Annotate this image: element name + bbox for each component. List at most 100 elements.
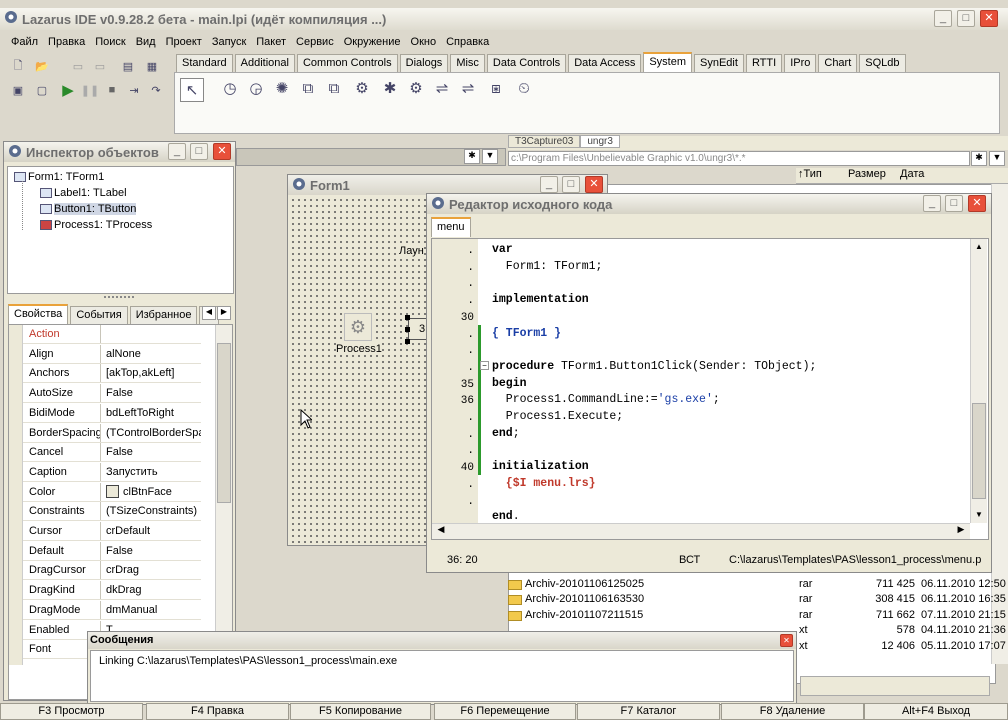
inspector-minimize-button[interactable]: _ — [168, 143, 186, 160]
file-row[interactable]: Archiv-20101106163530 rar 308 415 06.11.201… — [508, 593, 1008, 608]
editor-minimize-button[interactable]: _ — [923, 195, 941, 212]
utf8-icon[interactable]: ✱ — [380, 78, 400, 98]
code-line[interactable]: implementation — [492, 293, 589, 306]
property-value[interactable]: (TSizeConstraints) — [101, 502, 201, 520]
property-value[interactable]: False — [101, 443, 201, 461]
editor-hscrollbar[interactable]: ◀ ▶ — [432, 523, 970, 539]
property-value[interactable]: [akTop,akLeft] — [101, 364, 201, 382]
scroll-thumb[interactable] — [217, 343, 231, 503]
scroll-thumb[interactable] — [972, 403, 986, 499]
palette-tab[interactable]: Data Access — [568, 54, 642, 72]
code-line[interactable]: {$I menu.lrs} — [492, 477, 596, 490]
inspector-tab[interactable]: События — [70, 306, 128, 324]
property-row[interactable]: +BorderSpacing(TControlBorderSpa — [9, 423, 201, 443]
property-row[interactable]: DragKind dkDrag — [9, 581, 201, 601]
html-icon[interactable]: ⧉ — [298, 78, 318, 98]
palette-tab[interactable]: Dialogs — [399, 54, 449, 72]
property-row[interactable]: Caption Запустить — [9, 462, 201, 482]
inspector-tab[interactable]: Избранное — [129, 306, 198, 324]
palette-tab[interactable]: System — [643, 52, 693, 72]
chevron-down-icon[interactable]: ▼ — [482, 149, 498, 164]
open-icon[interactable]: 📂 — [32, 56, 52, 76]
inspector-tab[interactable]: Свойства — [8, 304, 69, 324]
label1[interactable]: Лаун — [399, 245, 424, 257]
fkey-button[interactable]: F6 Перемещение — [434, 703, 576, 720]
editor-close-button[interactable]: ✕ — [968, 195, 986, 212]
chevron-left-icon[interactable]: ◀ — [202, 306, 216, 320]
menu-item[interactable]: Пакет — [251, 33, 291, 52]
filemgr-tab[interactable]: T3Capture03 — [508, 135, 581, 148]
palette-tab[interactable]: Chart — [818, 54, 858, 72]
step-over-icon[interactable]: ↷ — [146, 80, 166, 100]
code-line[interactable]: Form1: TForm1; — [492, 260, 603, 273]
property-row[interactable]: Cursor crDefault — [9, 522, 201, 541]
property-row[interactable]: Align alNone — [9, 344, 201, 364]
code-line[interactable]: Process1.CommandLine:='gs.exe'; — [492, 393, 720, 406]
menu-item[interactable]: Окно — [406, 33, 442, 52]
menu-item[interactable]: Справка — [441, 33, 494, 52]
property-row[interactable]: Action — [9, 325, 201, 344]
property-value[interactable]: dmManual — [101, 601, 201, 619]
chevron-down-icon[interactable]: ▼ — [971, 507, 987, 523]
property-value[interactable] — [101, 325, 201, 343]
property-value[interactable]: clBtnFace — [101, 483, 201, 501]
property-row[interactable]: Default False — [9, 541, 201, 561]
clock-icon[interactable]: ⏲ — [514, 78, 534, 98]
col-date[interactable]: Дата — [900, 168, 1000, 183]
tree-node[interactable]: Button1: TButton — [40, 203, 137, 215]
property-row[interactable]: DragMode dmManual — [9, 600, 201, 620]
gear-icon[interactable]: ⚙ — [406, 78, 426, 98]
filemgr-tab[interactable]: ungr3 — [580, 135, 620, 148]
fkey-button[interactable]: F7 Каталог — [577, 703, 720, 720]
message-line[interactable]: Linking C:\lazarus\Templates\PAS\lesson1… — [91, 651, 793, 667]
new-unit-icon[interactable]: 🗋 — [8, 56, 28, 76]
palette-tab[interactable]: Common Controls — [296, 54, 398, 72]
property-row[interactable]: Color clBtnFace — [9, 482, 201, 502]
chevron-right-icon[interactable]: ▶ — [954, 524, 968, 535]
fkey-button[interactable]: F5 Копирование — [290, 703, 431, 720]
property-row[interactable]: DragCursor crDrag — [9, 561, 201, 581]
selection-handle[interactable] — [405, 327, 410, 332]
save-all-icon[interactable]: ▭ — [90, 56, 110, 76]
editor-maximize-button[interactable]: □ — [945, 195, 963, 212]
code-line[interactable]: { TForm1 } — [492, 327, 561, 340]
property-row[interactable]: Cancel False — [9, 443, 201, 463]
run-icon[interactable]: ▶ — [58, 80, 78, 100]
lazarus-icon[interactable]: ✺ — [272, 78, 292, 98]
minimize-button[interactable]: _ — [934, 10, 952, 27]
code-line[interactable]: var — [492, 243, 513, 256]
code-area[interactable]: .... 30... 35 36... 40.. − var Form1: TForm1… — [431, 238, 989, 540]
process-icon[interactable]: ⚙ — [352, 78, 372, 98]
code-line[interactable]: end. — [492, 510, 520, 523]
menu-item[interactable]: Окружение — [339, 33, 406, 52]
property-row[interactable]: AutoSize False — [9, 384, 201, 404]
tree-node[interactable]: Label1: TLabel — [40, 187, 127, 199]
menu-item[interactable]: Правка — [43, 33, 90, 52]
property-value[interactable]: dkDrag — [101, 581, 201, 599]
palette-tab[interactable]: Data Controls — [486, 54, 567, 72]
property-value[interactable]: bdLeftToRight — [101, 404, 201, 422]
editor-vscrollbar[interactable]: ▲ ▼ — [970, 239, 987, 523]
palette-tab[interactable]: Misc — [450, 54, 485, 72]
property-row[interactable]: +Constraints(TSizeConstraints) — [9, 502, 201, 522]
code-line[interactable]: initialization — [492, 460, 589, 473]
save-icon[interactable]: ▭ — [68, 56, 88, 76]
xml-icon[interactable]: ⧆ — [486, 78, 506, 98]
fkey-button[interactable]: F3 Просмотр — [0, 703, 143, 720]
menu-item[interactable]: Поиск — [90, 33, 130, 52]
new-form-icon[interactable]: ▢ — [32, 80, 52, 100]
menu-item[interactable]: Сервис — [291, 33, 339, 52]
property-value[interactable]: False — [101, 542, 201, 560]
html-icon[interactable]: ⧉ — [324, 78, 344, 98]
toggle-form-icon[interactable]: ▤ — [118, 56, 138, 76]
chevron-left-icon[interactable]: ◀ — [434, 524, 448, 535]
form1-minimize-button[interactable]: _ — [540, 176, 558, 193]
tab-menu[interactable]: menu — [431, 217, 471, 237]
property-value[interactable]: alNone — [101, 345, 201, 363]
palette-tab[interactable]: RTTI — [745, 54, 783, 72]
selection-handle[interactable] — [405, 339, 410, 344]
view-forms-icon[interactable]: ▣ — [8, 80, 28, 100]
process1-component[interactable]: ⚙ — [344, 313, 372, 341]
pointer-icon[interactable]: ↖ — [180, 78, 204, 102]
close-button[interactable]: ✕ — [980, 10, 998, 27]
